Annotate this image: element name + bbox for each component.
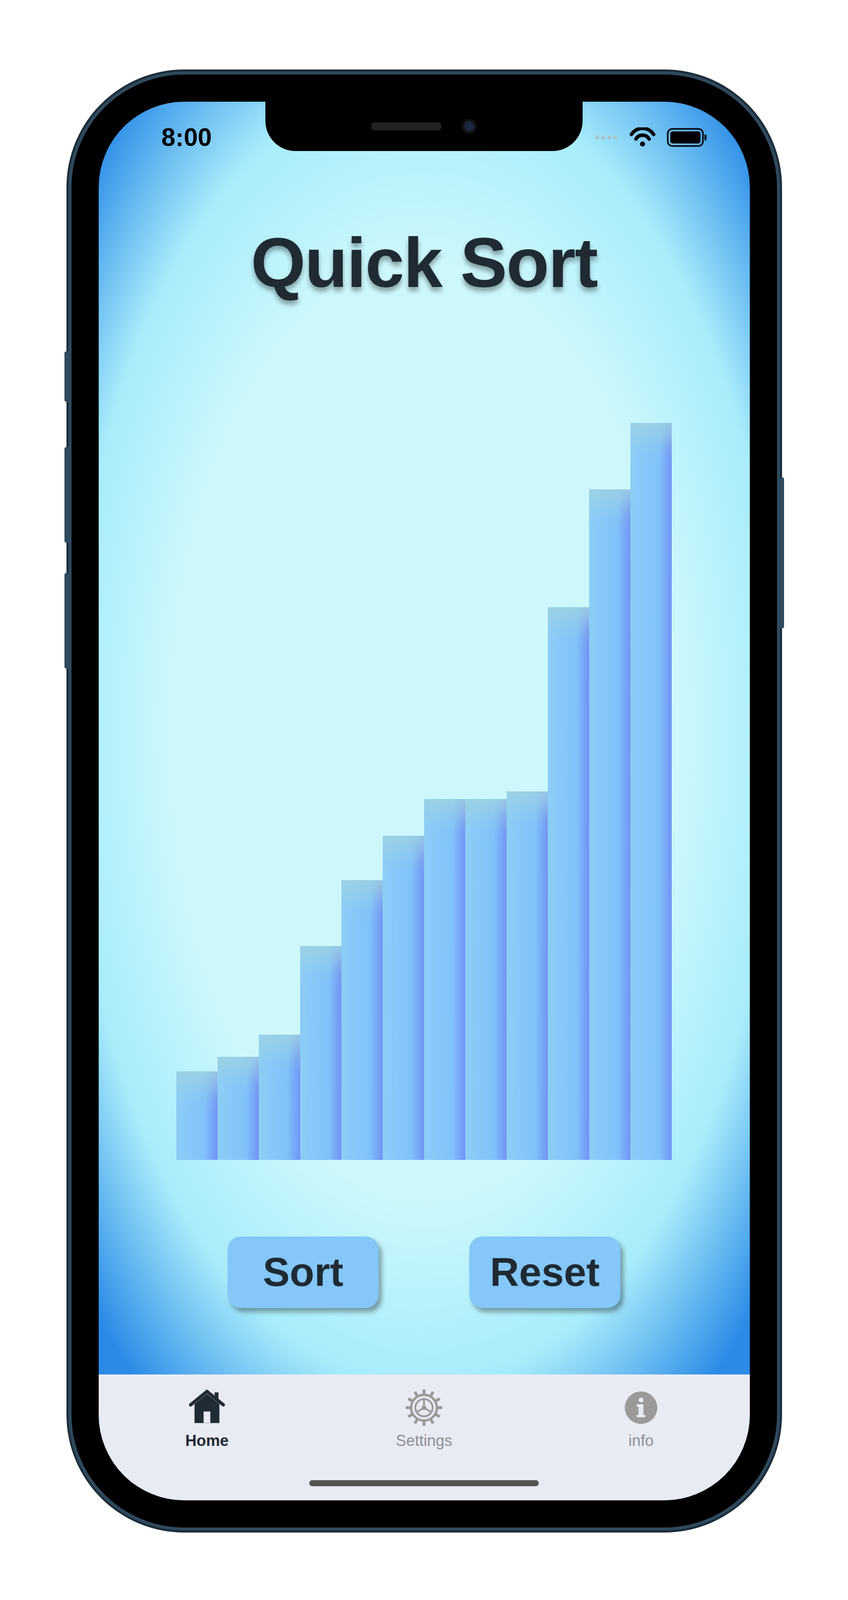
notch bbox=[265, 101, 583, 152]
chart-bar bbox=[547, 607, 590, 1161]
chart-bar bbox=[300, 946, 342, 1161]
status-time: 8:00 bbox=[161, 118, 212, 157]
chart-bar bbox=[382, 835, 424, 1161]
chart-bar bbox=[176, 1071, 218, 1161]
tab-label: Home bbox=[185, 1431, 229, 1452]
tab-bar: Home Settings info bbox=[98, 1374, 750, 1501]
screen: 8:00 Quick Sort Sort Reset Home Settings in… bbox=[98, 101, 750, 1501]
chart-bar bbox=[217, 1056, 259, 1161]
chart-bar bbox=[424, 799, 466, 1161]
reset-button[interactable]: Reset bbox=[469, 1236, 621, 1309]
home-icon bbox=[187, 1388, 227, 1428]
side-button bbox=[64, 447, 69, 543]
battery-icon bbox=[666, 127, 708, 148]
tab-item[interactable]: info bbox=[532, 1388, 750, 1501]
tab-label: Settings bbox=[395, 1431, 453, 1452]
phone-frame: 8:00 Quick Sort Sort Reset Home Settings in… bbox=[68, 71, 781, 1531]
page-title: Quick Sort bbox=[250, 220, 598, 306]
chart-bar bbox=[506, 791, 548, 1161]
home-indicator bbox=[309, 1480, 539, 1487]
chart-bar bbox=[465, 799, 507, 1161]
chart-bar bbox=[341, 880, 383, 1161]
tab-label: info bbox=[628, 1431, 654, 1452]
wifi-icon bbox=[629, 127, 656, 148]
bar-chart bbox=[98, 414, 750, 1161]
chart-bar bbox=[589, 489, 631, 1161]
chart-bar bbox=[630, 422, 672, 1161]
sort-button[interactable]: Sort bbox=[227, 1236, 379, 1309]
camera-icon bbox=[461, 118, 477, 134]
side-button bbox=[64, 573, 69, 669]
side-button bbox=[64, 351, 69, 402]
chart-bar bbox=[258, 1034, 301, 1161]
status-icons bbox=[594, 127, 708, 148]
info-icon bbox=[621, 1388, 661, 1428]
speaker-icon bbox=[371, 122, 442, 131]
signal-icon bbox=[594, 133, 619, 142]
settings-icon bbox=[404, 1388, 444, 1428]
side-button bbox=[780, 477, 785, 629]
tab-item[interactable]: Home bbox=[98, 1388, 316, 1501]
